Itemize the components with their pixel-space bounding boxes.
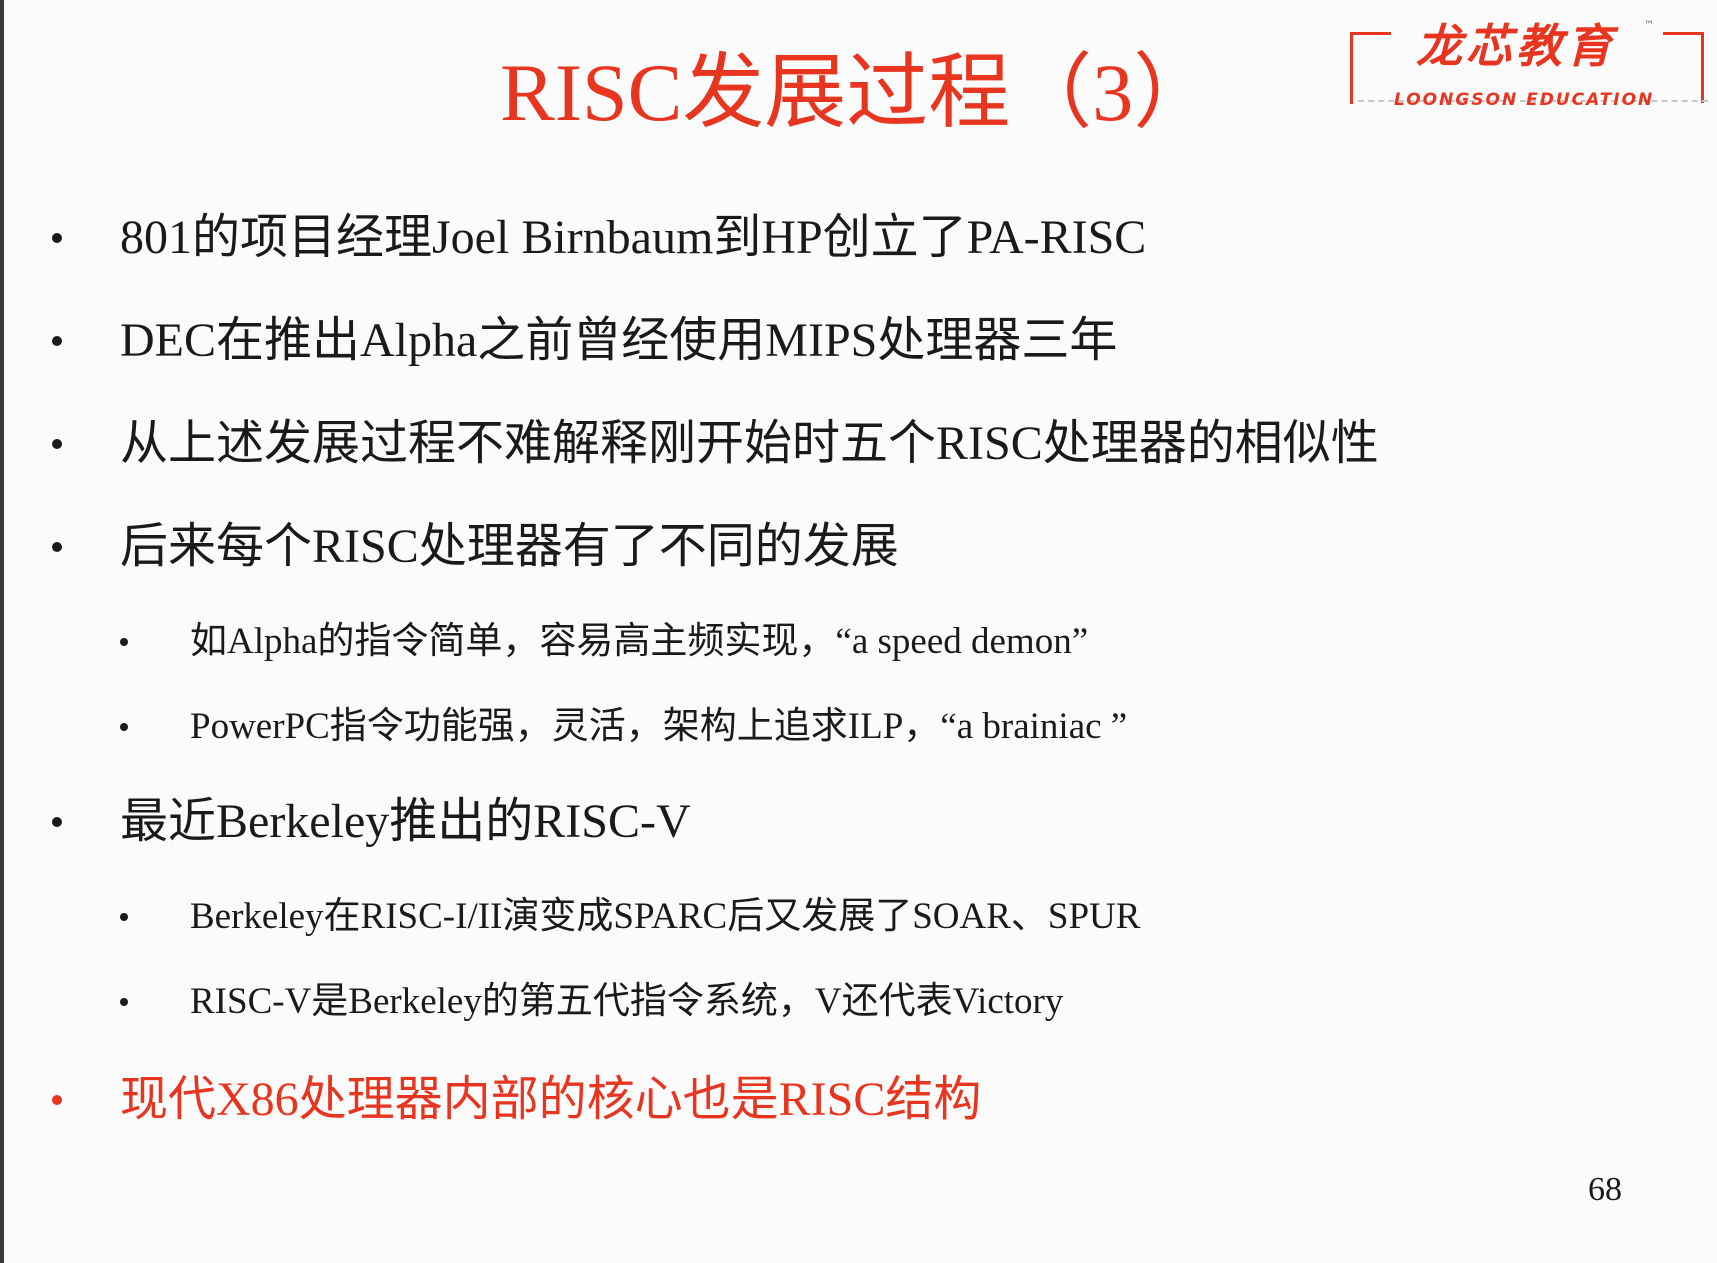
slide: RISC发展过程（3） 龙芯教育 ™ LOONGSON EDUCATION 80… (0, 0, 1717, 1263)
bullet-text: PowerPC指令功能强，灵活，架构上追求ILP，“a brainiac ” (190, 706, 1128, 747)
bullet-text: RISC-V是Berkeley的第五代指令系统，V还代表Victory (190, 981, 1064, 1022)
bullet-text: 后来每个RISC处理器有了不同的发展 (120, 520, 899, 573)
bullet-dot (120, 723, 128, 731)
bullet-list: 801的项目经理Joel Birnbaum到HP创立了PA-RISC DEC在推… (0, 0, 1717, 1263)
bullet-dot (120, 913, 128, 921)
bullet-text: 现代X86处理器内部的核心也是RISC结构 (120, 1073, 982, 1126)
bullet-dot (120, 998, 128, 1006)
bullet-dot (52, 233, 62, 243)
bullet-dot (52, 336, 62, 346)
bullet-dot (52, 439, 62, 449)
bullet-text: DEC在推出Alpha之前曾经使用MIPS处理器三年 (120, 314, 1118, 367)
bullet-dot (120, 638, 128, 646)
page-number: 68 (1588, 1171, 1622, 1208)
bullet-text: 最近Berkeley推出的RISC-V (120, 795, 691, 848)
bullet-text: Berkeley在RISC-I/II演变成SPARC后又发展了SOAR、SPUR (190, 896, 1141, 937)
bullet-dot (52, 817, 62, 827)
bullet-text: 如Alpha的指令简单，容易高主频实现，“a speed demon” (190, 621, 1089, 662)
bullet-dot (52, 1095, 62, 1105)
bullet-text: 从上述发展过程不难解释刚开始时五个RISC处理器的相似性 (120, 417, 1379, 470)
bullet-text: 801的项目经理Joel Birnbaum到HP创立了PA-RISC (120, 211, 1147, 264)
bullet-dot (52, 542, 62, 552)
